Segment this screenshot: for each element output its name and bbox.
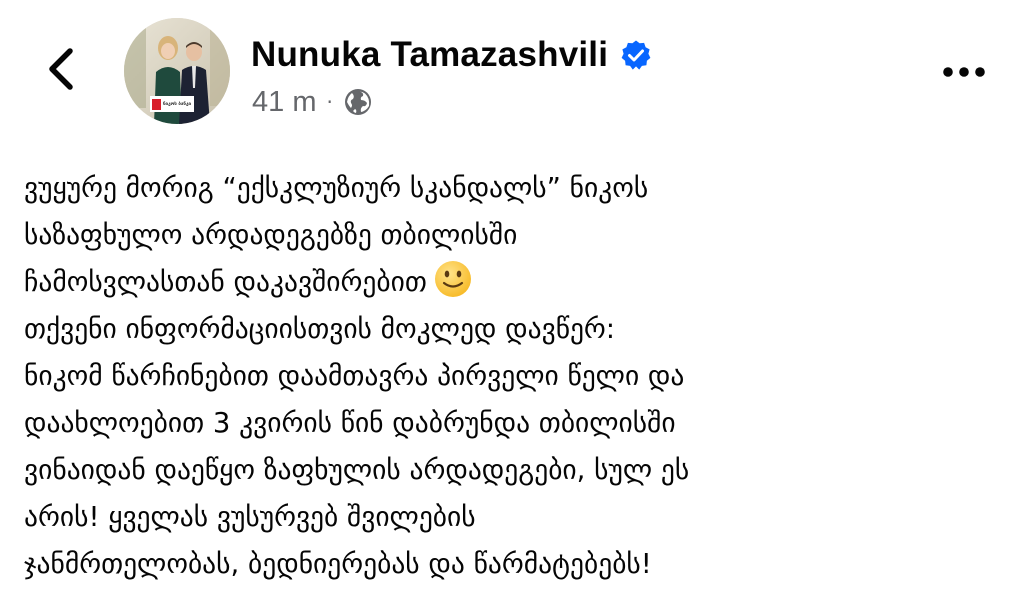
post-timestamp[interactable]: 41 m (252, 86, 316, 119)
post-line: თქვენი ინფორმაციისთვის მოკლედ დავწერ: (24, 313, 616, 345)
globe-icon[interactable] (343, 87, 373, 117)
post-line-with-emoji: ჩამოსვლასთან დაკავშირებით (24, 259, 1014, 306)
post-line: ნიკომ წარჩინებით დაამთავრა პირველი წელი … (24, 360, 685, 392)
post-line: ჯანმრთელობას, ბედნიერებას და წარმატებებს… (24, 548, 652, 580)
post-line: ვინაიდან დაეწყო ზაფხულის არდადეგები, სულ… (24, 454, 690, 486)
post-text: ვუყურე მორიგ “ექსკლუზიურ სკანდალს” ნიკოს… (24, 165, 1014, 588)
slightly-smiling-face-icon (434, 261, 471, 297)
author-name[interactable]: Nunuka Tamazashvili (251, 35, 608, 75)
post-line: საზაფხულო არდადეგებზე თბილისში (24, 219, 518, 251)
more-horizontal-icon (943, 67, 985, 77)
avatar-badge: ნიკოს ბანკი (150, 96, 194, 112)
post-line-text: ჩამოსვლასთან დაკავშირებით (24, 266, 427, 298)
author-row: Nunuka Tamazashvili (251, 30, 652, 80)
post-line: ვუყურე მორიგ “ექსკლუზიურ სკანდალს” ნიკოს (24, 172, 649, 204)
chevron-left-icon (49, 48, 73, 90)
post-line: დაახლოებით 3 კვირის წინ დაბრუნდა თბილისშ… (24, 407, 676, 439)
more-options-button[interactable] (936, 52, 992, 92)
avatar-badge-text: ნიკოს ბანკი (163, 101, 192, 107)
back-button[interactable] (36, 44, 86, 94)
verified-badge-icon (621, 40, 651, 70)
meta-separator: · (326, 90, 333, 114)
post-meta: 41 m · (252, 84, 373, 120)
post-header: ნიკოს ბანკი Nunuka Tamazashvili 41 m · (0, 0, 1024, 140)
badge-logo-icon (152, 98, 161, 110)
post-line: არის! ყველას ვუსურვებ შვილების (24, 501, 476, 533)
avatar[interactable]: ნიკოს ბანკი (124, 18, 230, 124)
